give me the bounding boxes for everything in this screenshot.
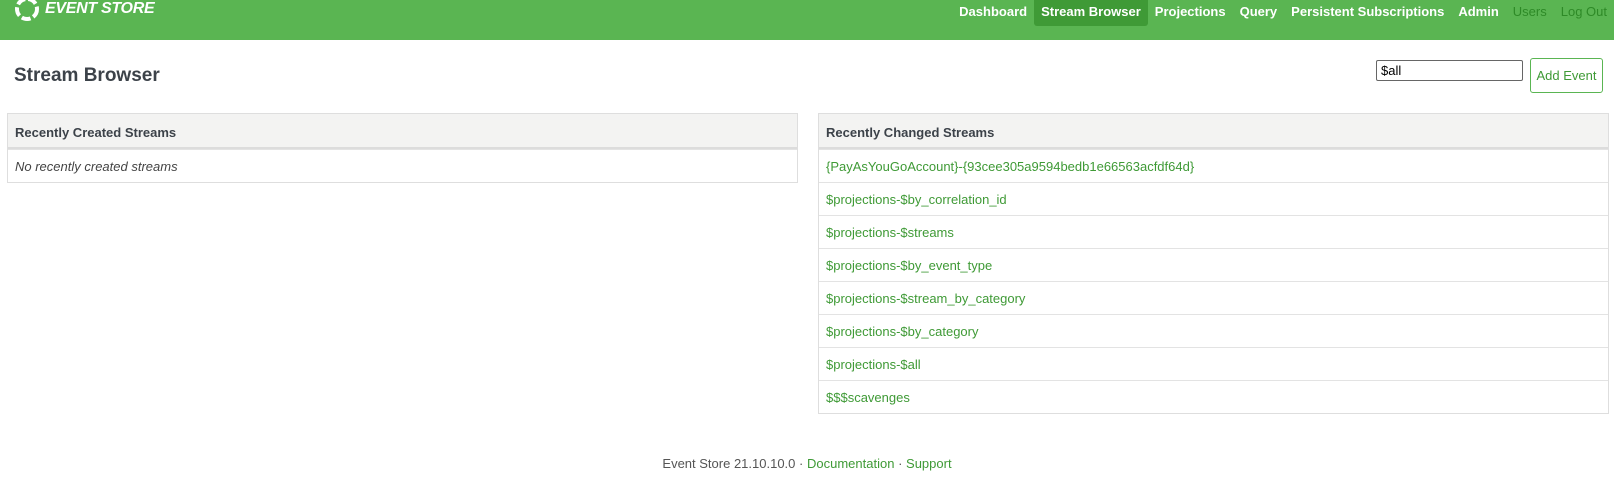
nav-persistent-subscriptions[interactable]: Persistent Subscriptions (1284, 0, 1451, 26)
stream-row: $projections-$stream_by_category (819, 281, 1608, 314)
nav-stream-browser[interactable]: Stream Browser (1034, 0, 1148, 26)
recently-created-heading: Recently Created Streams (8, 114, 797, 149)
stream-link[interactable]: $projections-$by_event_type (826, 258, 992, 273)
page-title: Stream Browser (14, 65, 160, 86)
stream-link[interactable]: $projections-$all (826, 357, 921, 372)
event-store-logo-icon (15, 0, 39, 21)
footer-separator: · (799, 456, 804, 471)
nav-log-out[interactable]: Log Out (1554, 0, 1614, 26)
footer-version: Event Store 21.10.10.0 (662, 456, 796, 471)
footer: Event Store 21.10.10.0 · Documentation ·… (0, 456, 1614, 471)
stream-row: $projections-$all (819, 347, 1608, 380)
add-event-button[interactable]: Add Event (1530, 58, 1603, 93)
recently-created-empty: No recently created streams (8, 149, 797, 182)
stream-link[interactable]: $$$scavenges (826, 390, 910, 405)
recently-created-panel: Recently Created Streams No recently cre… (7, 113, 798, 183)
nav-users[interactable]: Users (1506, 0, 1554, 26)
top-navbar: EVENT STORE Dashboard Stream Browser Pro… (0, 0, 1614, 40)
main-nav: Dashboard Stream Browser Projections Que… (952, 0, 1614, 27)
stream-link[interactable]: $projections-$stream_by_category (826, 291, 1025, 306)
stream-link[interactable]: $projections-$by_correlation_id (826, 192, 1007, 207)
recently-changed-heading: Recently Changed Streams (819, 114, 1608, 149)
logo[interactable]: EVENT STORE (13, 0, 155, 24)
stream-row: {PayAsYouGoAccount}-{93cee305a9594bedb1e… (819, 149, 1608, 182)
nav-query[interactable]: Query (1233, 0, 1285, 26)
stream-link[interactable]: $projections-$by_category (826, 324, 978, 339)
stream-row: $projections-$by_event_type (819, 248, 1608, 281)
documentation-link[interactable]: Documentation (807, 456, 894, 471)
nav-admin[interactable]: Admin (1451, 0, 1505, 26)
stream-row: $$$scavenges (819, 380, 1608, 413)
brand-name: EVENT STORE (45, 0, 155, 17)
nav-projections[interactable]: Projections (1148, 0, 1233, 26)
footer-separator: · (898, 456, 903, 471)
stream-row: $projections-$streams (819, 215, 1608, 248)
stream-row: $projections-$by_category (819, 314, 1608, 347)
stream-row: $projections-$by_correlation_id (819, 182, 1608, 215)
support-link[interactable]: Support (906, 456, 952, 471)
stream-search-input[interactable] (1376, 60, 1523, 81)
stream-link[interactable]: {PayAsYouGoAccount}-{93cee305a9594bedb1e… (826, 159, 1194, 174)
nav-dashboard[interactable]: Dashboard (952, 0, 1034, 26)
recently-changed-panel: Recently Changed Streams {PayAsYouGoAcco… (818, 113, 1609, 414)
stream-link[interactable]: $projections-$streams (826, 225, 954, 240)
